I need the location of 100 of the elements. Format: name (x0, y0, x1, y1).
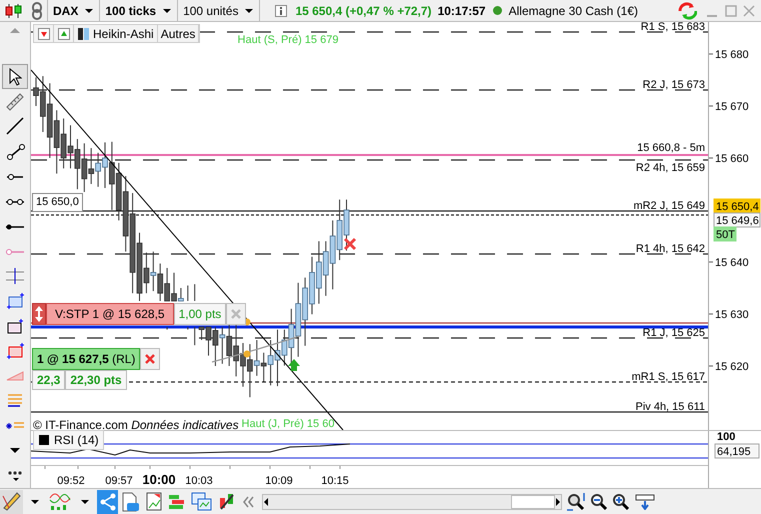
volume-badge: 50T (714, 226, 736, 242)
cross-icon (344, 238, 356, 250)
chain-link-icon[interactable] (32, 2, 42, 20)
market-name: Allemagne 30 Cash (1€) (508, 2, 638, 20)
rectangle-icon (6, 292, 24, 310)
period-dropdown[interactable]: 100 ticks (100, 0, 178, 22)
segment-icon (6, 142, 24, 160)
ruler-icon (6, 92, 24, 111)
level-label: R1 S, 15 683 (640, 22, 705, 33)
cursor-price-label: 15 650,0 (32, 193, 83, 212)
caret-icon (80, 498, 90, 504)
level-label: 15 660,8 - 5m (637, 142, 705, 154)
cursor-icon (8, 68, 22, 86)
windows-button[interactable] (189, 490, 214, 514)
report-icon (146, 492, 162, 511)
rectangle-icon (6, 342, 24, 360)
fibonacci-icon (7, 394, 23, 408)
up-down-arrow-icon (34, 305, 44, 323)
quantity-dropdown[interactable]: 100 unités (178, 0, 260, 22)
chart-style-button[interactable]: Heikin-Ashi (74, 25, 158, 42)
last-price-badge: 15 650,4 (714, 198, 760, 214)
close-icon (231, 309, 242, 319)
level-label: R1 4h, 15 642 (636, 243, 705, 255)
level-label: R2 J, 15 673 (642, 79, 705, 91)
horizontal-scrollbar[interactable] (262, 494, 562, 510)
ray-icon (6, 172, 24, 180)
horizontal-line-icon (5, 222, 25, 230)
price-tick-label: 15 630 (715, 309, 749, 321)
pencil-button[interactable] (0, 490, 23, 514)
candlestick-icon (5, 2, 22, 18)
caret-icon (30, 498, 40, 504)
time-label: 10:09 (265, 475, 293, 487)
caret-icon (162, 8, 172, 14)
more-icon (7, 470, 23, 482)
refresh-arrows-icon[interactable] (678, 2, 697, 20)
price-tick-label: 15 640 (715, 257, 749, 269)
dock-icon (635, 494, 655, 510)
copyright-notice: © IT-Finance.com Données indicatives (33, 417, 239, 434)
scrollbar-thumb[interactable] (511, 494, 555, 508)
zoom-out-icon (591, 494, 607, 510)
time-label: 10:15 (321, 475, 349, 487)
close-button[interactable] (140, 348, 160, 370)
up-arrow-icon (288, 359, 300, 371)
bid-price-badge: 15 649,6 (714, 212, 760, 228)
zoom-fit-icon (566, 492, 585, 511)
time-label: 10:03 (185, 475, 213, 487)
report-button[interactable] (144, 490, 164, 514)
bars-icon (168, 494, 185, 510)
caret-icon (84, 8, 94, 14)
position-label: 1 @ 15 627,5 (RL) (32, 348, 140, 370)
level-label: mR1 S, 15 617 (632, 371, 705, 383)
level-label: R2 4h, 15 659 (636, 162, 705, 174)
rsi-tick-label: 100 (717, 431, 736, 443)
indicator-icon (49, 492, 71, 510)
pencil-icon (2, 492, 21, 511)
indicator-label: RSI (14) (54, 432, 99, 449)
time-label: 09:57 (105, 475, 133, 487)
caret-icon (244, 8, 254, 14)
price-tick-label: 15 670 (715, 101, 749, 113)
caret-up-icon (9, 27, 21, 34)
level-label: Haut (J, Pré) 15 60 (242, 418, 334, 430)
level-label: R1 J, 15 625 (642, 327, 705, 339)
time-label: 09:52 (57, 475, 85, 487)
cursor-tool[interactable] (2, 64, 28, 90)
status-dot-icon (492, 5, 503, 16)
triangle-icon (6, 370, 24, 381)
horizontal-segment-icon (5, 198, 25, 205)
order-label: V:STP 1 @ 15 628,5 (46, 303, 174, 325)
close-icon (145, 354, 156, 364)
instrument-dropdown[interactable]: DAX (48, 0, 100, 22)
distance-value: 1,00 pts (174, 303, 226, 325)
quote-text: 15 650,4 (+0,47 % +72,7) (295, 2, 432, 20)
channel-icon (5, 267, 25, 286)
level-label: Haut (S, Pré) 15 679 (238, 34, 338, 46)
share-icon (99, 492, 116, 511)
series-swatch-icon (38, 434, 50, 446)
rsi-value-badge: 64,195 (714, 444, 760, 458)
price-tick-label: 15 660 (715, 153, 749, 165)
bar-swatch-icon (77, 26, 90, 40)
profit-value: 22,3 (32, 370, 66, 390)
double-chevron-icon (242, 496, 254, 508)
profit-points: 22,30 pts (65, 370, 127, 390)
windows-icon (191, 492, 212, 511)
zoom-in-icon (613, 494, 629, 510)
rectangle-icon (6, 318, 24, 334)
time-text: 10:17:57 (438, 2, 486, 20)
level-label: mR2 J, 15 649 (633, 200, 705, 212)
scroll-left-icon[interactable] (263, 496, 269, 506)
caret-icon (9, 447, 21, 454)
level-label: Piv 4h, 15 611 (635, 401, 705, 413)
price-tick-label: 15 620 (715, 361, 749, 373)
info-icon[interactable] (274, 4, 288, 17)
document-button[interactable] (120, 490, 142, 514)
others-button[interactable]: Autres (158, 25, 200, 42)
time-label: 10:00 (142, 472, 176, 487)
price-tick-label: 15 680 (715, 49, 749, 61)
horizontal-line-icon (5, 248, 25, 255)
star-lines-icon (5, 422, 25, 430)
line-icon (6, 117, 24, 136)
marker-dot (244, 350, 250, 358)
